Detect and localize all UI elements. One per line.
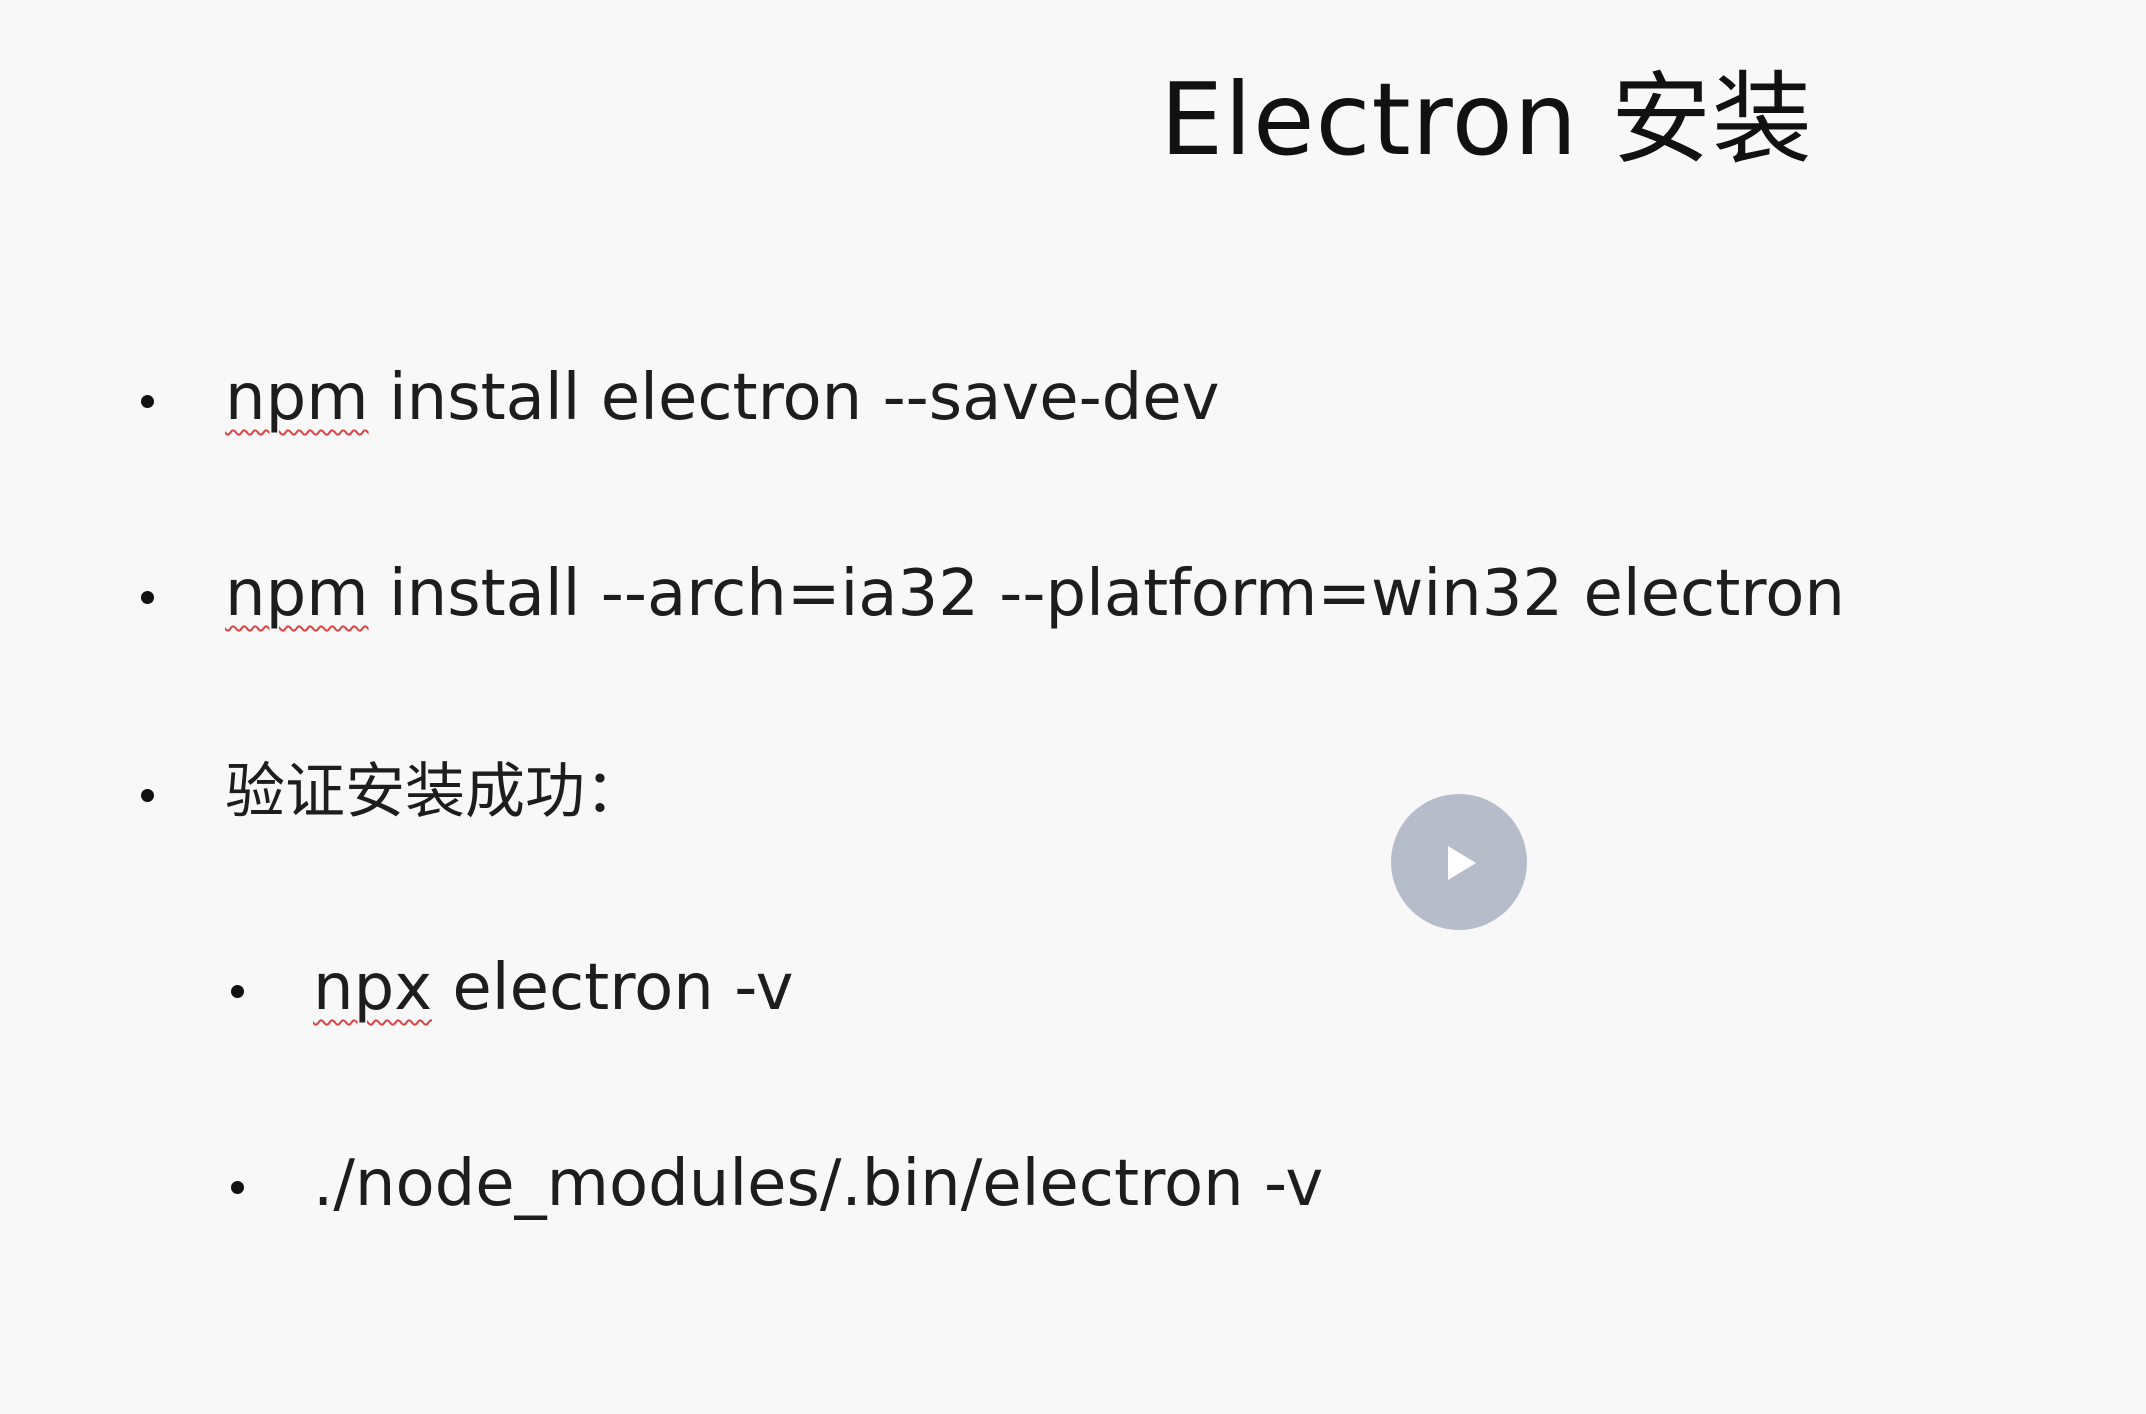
command-args: install electron --save-dev	[368, 361, 1220, 435]
list-item: npm install electron --save-dev	[0, 358, 2146, 438]
play-button[interactable]	[1391, 794, 1527, 930]
command-args: electron -v	[432, 951, 794, 1025]
list-item-text: ./node_modules/.bin/electron -v	[313, 1144, 1323, 1224]
sub-list-item: ./node_modules/.bin/electron -v	[0, 1144, 2146, 1224]
command-name: npm	[225, 361, 369, 435]
verify-heading: 验证安装成功：	[225, 757, 645, 827]
list-item-text: npm install electron --save-dev	[225, 358, 1220, 438]
list-item-text: 验证安装成功：	[225, 752, 645, 832]
command-name: npm	[225, 557, 369, 631]
command-name: npx	[313, 951, 433, 1025]
bullet-dot	[231, 1181, 244, 1194]
bullet-dot	[141, 395, 154, 408]
list-item-text: npx electron -v	[313, 948, 793, 1028]
command-args: install --arch=ia32 --platform=win32 ele…	[368, 557, 1845, 631]
bullet-dot	[141, 591, 154, 604]
list-item: npm install --arch=ia32 --platform=win32…	[0, 554, 2146, 634]
list-item-text: npm install --arch=ia32 --platform=win32…	[225, 554, 1845, 634]
bullet-dot	[141, 789, 154, 802]
list-item: 验证安装成功：	[0, 752, 2146, 832]
slide: Electron 安装 npm install electron --save-…	[0, 0, 2146, 1414]
play-icon	[1448, 846, 1476, 880]
sub-list-item: npx electron -v	[0, 948, 2146, 1028]
command-path: ./node_modules/.bin/electron -v	[313, 1147, 1324, 1221]
bullet-dot	[231, 985, 244, 998]
slide-title: Electron 安装	[1160, 61, 1813, 178]
